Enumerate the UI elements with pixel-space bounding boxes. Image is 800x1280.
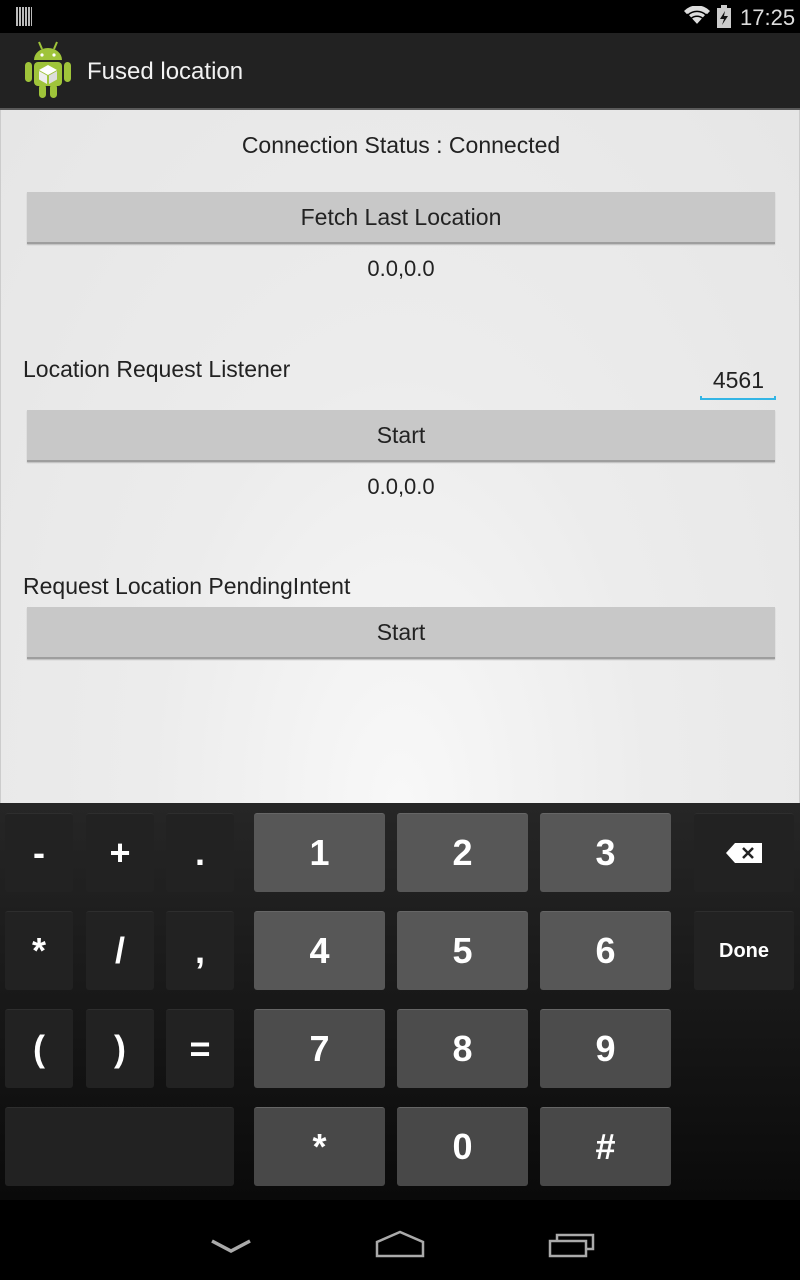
back-chevron-icon[interactable] [210,1238,252,1254]
interval-input-underline [700,396,776,400]
android-app-icon [25,41,71,98]
backspace-key[interactable] [694,813,794,892]
key-9[interactable]: 9 [540,1009,671,1088]
notification-bars-icon [16,7,32,26]
key-4[interactable]: 4 [254,911,385,990]
interval-input[interactable] [700,360,776,400]
done-key[interactable]: Done [694,911,794,990]
key-equals[interactable]: = [166,1009,234,1088]
key-0[interactable]: 0 [397,1107,528,1186]
listener-start-button[interactable]: Start [27,410,775,462]
status-bar: 17:25 [0,0,800,33]
main-content: Connection Status : Connected Fetch Last… [0,110,800,803]
key-star[interactable]: * [254,1107,385,1186]
key-comma[interactable]: , [166,911,234,990]
key-3[interactable]: 3 [540,813,671,892]
key-slash[interactable]: / [86,911,154,990]
key-plus[interactable]: + [86,813,154,892]
listener-location-value: 0.0,0.0 [367,474,435,499]
key-open-paren[interactable]: ( [5,1009,73,1088]
key-asterisk[interactable]: * [5,911,73,990]
key-period[interactable]: . [166,813,234,892]
wifi-icon [684,6,710,26]
battery-charging-icon [717,5,731,28]
home-icon[interactable] [374,1230,426,1258]
last-location-value: 0.0,0.0 [367,256,435,281]
clock: 17:25 [740,5,796,30]
navigation-bar [0,1200,800,1280]
listener-section-label: Location Request Listener [23,356,291,382]
key-8[interactable]: 8 [397,1009,528,1088]
key-6[interactable]: 6 [540,911,671,990]
key-1[interactable]: 1 [254,813,385,892]
key-5[interactable]: 5 [397,911,528,990]
key-7[interactable]: 7 [254,1009,385,1088]
space-key[interactable] [5,1107,234,1186]
pending-intent-section-label: Request Location PendingIntent [23,573,351,599]
connection-status: Connection Status : Connected [241,132,561,158]
numeric-keyboard: - + . 1 2 3 * / , 4 5 6 Done ( ) = 7 8 9… [0,803,800,1200]
key-close-paren[interactable]: ) [86,1009,154,1088]
fetch-last-location-button[interactable]: Fetch Last Location [27,192,775,244]
key-2[interactable]: 2 [397,813,528,892]
recent-apps-icon[interactable] [548,1232,596,1258]
key-minus[interactable]: - [5,813,73,892]
pending-intent-start-button[interactable]: Start [27,607,775,659]
app-title: Fused location [87,58,244,85]
backspace-icon [726,843,762,863]
key-hash[interactable]: # [540,1107,671,1186]
